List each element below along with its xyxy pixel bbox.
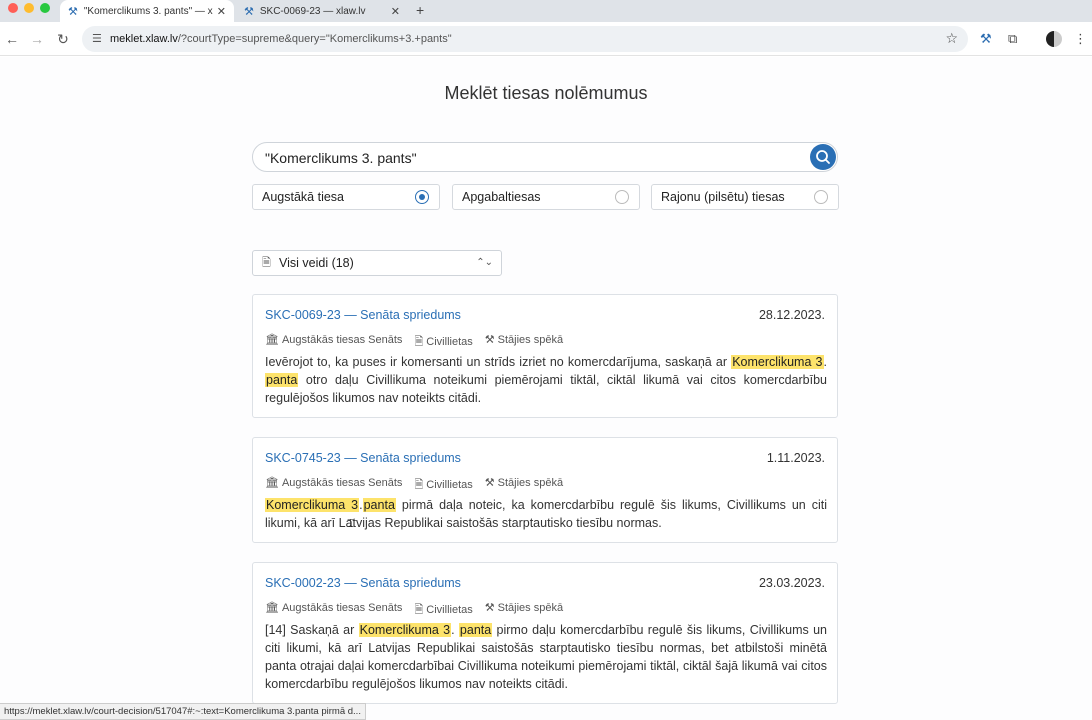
forward-button[interactable]: → <box>28 30 46 48</box>
result-date: 28.12.2023. <box>758 308 825 322</box>
hammer-icon: ⚒ <box>484 477 495 489</box>
result-excerpt: Ievērojot to, ka puses ir komersanti un … <box>265 353 827 407</box>
excerpt-text: . <box>823 355 827 369</box>
meta-court: 🏛 Augstākās tiesas Senāts <box>265 476 402 495</box>
excerpt-highlight: panta <box>362 498 396 512</box>
address-bar[interactable]: ☰ meklet.xlaw.lv/?courtType=supreme&quer… <box>82 26 968 52</box>
excerpt-highlight: Komerclikuma 3 <box>731 355 824 369</box>
building-icon: 🏛 <box>265 602 279 614</box>
browser-tab-search[interactable]: ⚒ "Komerclikums 3. pants" — x ✕ <box>60 0 234 22</box>
browser-tab-strip: ⚒ "Komerclikums 3. pants" — x ✕ ⚒ SKC-00… <box>0 0 1092 22</box>
radio-selected-icon[interactable] <box>415 190 429 204</box>
court-option-regional[interactable]: Apgabaltiesas <box>452 184 640 210</box>
decision-type-select[interactable]: 🗎 Visi veidi (18) ⌃⌄ <box>252 250 502 276</box>
close-tab-icon[interactable]: ✕ <box>217 5 226 18</box>
back-button[interactable]: ← <box>3 30 21 48</box>
meta-status-text: Stājies spēkā <box>497 334 564 346</box>
excerpt-text: otro daļu Civillikuma noteikumi piemēroj… <box>265 373 827 405</box>
result-card: SKC-0069-23 — Senāta spriedums 28.12.202… <box>252 294 838 418</box>
meta-status: ⚒ Stājies spēkā <box>485 601 563 620</box>
result-meta: 🏛 Augstākās tiesas Senāts 🗎 Civillietas ⚒ S… <box>265 601 563 620</box>
result-card: SKC-0745-23 — Senāta spriedums 1.11.2023… <box>252 437 838 543</box>
mouse-cursor-icon: ⌶ <box>347 516 355 530</box>
meta-status-text: Stājies spēkā <box>497 602 564 614</box>
gavel-icon: ⚒ <box>68 5 78 18</box>
profile-avatar[interactable] <box>1046 31 1062 47</box>
meta-court-text: Augstākās tiesas Senāts <box>281 602 403 614</box>
excerpt-text: [14] Saskaņā ar <box>265 623 359 637</box>
browser-toolbar: ← → ↻ ☰ meklet.xlaw.lv/?courtType=suprem… <box>0 22 1092 56</box>
site-settings-icon[interactable]: ☰ <box>92 32 102 45</box>
court-option-label: Rajonu (pilsētu) tiesas <box>661 190 785 204</box>
meta-category: 🗎 Civillietas <box>414 601 472 620</box>
result-meta: 🏛 Augstākās tiesas Senāts 🗎 Civillietas ⚒ S… <box>265 333 563 352</box>
excerpt-highlight: panta <box>458 623 493 637</box>
building-icon: 🏛 <box>265 334 279 346</box>
excerpt-text: Ievērojot to, ka puses ir komersanti un … <box>265 355 732 369</box>
close-tab-icon[interactable]: ✕ <box>391 5 400 18</box>
decision-type-value: Visi veidi (18) <box>279 256 354 270</box>
meta-category-text: Civillietas <box>426 604 473 616</box>
meta-status: ⚒ Stājies spēkā <box>485 333 563 352</box>
link-status-bar: https://meklet.xlaw.lv/court-decision/51… <box>0 703 366 720</box>
excerpt-text: . <box>451 623 459 637</box>
excerpt-highlight: Komerclikuma 3 <box>265 498 360 512</box>
meta-court-text: Augstākās tiesas Senāts <box>281 334 403 346</box>
meta-category-text: Civillietas <box>426 479 473 491</box>
search-button[interactable] <box>810 144 836 170</box>
meta-court: 🏛 Augstākās tiesas Senāts <box>265 333 402 352</box>
chevron-updown-icon: ⌃⌄ <box>476 257 493 268</box>
new-tab-button[interactable]: + <box>416 0 424 22</box>
result-title-link[interactable]: SKC-0745-23 — Senāta spriedums <box>265 451 461 465</box>
page-content: Meklēt tiesas nolēmumus Augstākā tiesa A… <box>0 57 1092 720</box>
hammer-icon: ⚒ <box>484 334 495 346</box>
document-icon: 🗎 <box>414 604 424 616</box>
meta-category: 🗎 Civillietas <box>414 333 472 352</box>
gavel-icon: ⚒ <box>244 5 254 18</box>
court-option-district[interactable]: Rajonu (pilsētu) tiesas <box>651 184 839 210</box>
court-option-label: Apgabaltiesas <box>462 190 541 204</box>
close-window-button[interactable] <box>8 3 18 13</box>
court-option-supreme[interactable]: Augstākā tiesa <box>252 184 440 210</box>
meta-status-text: Stājies spēkā <box>497 477 564 489</box>
browser-tab-decision[interactable]: ⚒ SKC-0069-23 — xlaw.lv ✕ <box>236 0 408 22</box>
radio-icon[interactable] <box>814 190 828 204</box>
result-title-link[interactable]: SKC-0069-23 — Senāta spriedums <box>265 308 461 322</box>
result-excerpt: [14] Saskaņā ar Komerclikuma 3. panta pi… <box>265 621 827 693</box>
meta-category-text: Civillietas <box>426 336 473 348</box>
bookmark-star-icon[interactable]: ☆ <box>945 30 958 47</box>
page-title: Meklēt tiesas nolēmumus <box>444 83 648 103</box>
result-title-link[interactable]: SKC-0002-23 — Senāta spriedums <box>265 576 461 590</box>
radio-icon[interactable] <box>615 190 629 204</box>
document-icon: 🗎 <box>414 336 424 348</box>
browser-menu-icon[interactable]: ⋮ <box>1074 31 1087 47</box>
excerpt-highlight: panta <box>265 373 299 387</box>
reload-button[interactable]: ↻ <box>54 30 72 48</box>
document-icon: 🗎 <box>414 479 424 491</box>
result-date: 23.03.2023. <box>758 576 825 590</box>
meta-court: 🏛 Augstākās tiesas Senāts <box>265 601 402 620</box>
result-date: 1.11.2023. <box>766 451 825 465</box>
search-input[interactable] <box>265 148 795 168</box>
search-bar <box>252 142 838 172</box>
tab-title: "Komerclikums 3. pants" — x <box>83 5 213 17</box>
meta-court-text: Augstākās tiesas Senāts <box>281 477 403 489</box>
result-meta: 🏛 Augstākās tiesas Senāts 🗎 Civillietas ⚒ S… <box>265 476 563 495</box>
gavel-extension-icon[interactable]: ⚒ <box>980 31 992 47</box>
meta-status: ⚒ Stājies spēkā <box>485 476 563 495</box>
url-host: meklet.xlaw.lv <box>110 33 178 45</box>
hammer-icon: ⚒ <box>484 602 495 614</box>
meta-category: 🗎 Civillietas <box>414 476 472 495</box>
document-icon: 🗎 <box>262 257 271 269</box>
excerpt-highlight: Komerclikuma 3 <box>358 623 452 637</box>
extensions-icon[interactable]: ⧉ <box>1008 31 1017 47</box>
building-icon: 🏛 <box>265 477 279 489</box>
maximize-window-button[interactable] <box>40 3 50 13</box>
result-card: SKC-0002-23 — Senāta spriedums 23.03.202… <box>252 562 838 704</box>
court-option-label: Augstākā tiesa <box>262 190 344 204</box>
url-path: /?courtType=supreme&query="Komerclikums+… <box>177 33 452 45</box>
minimize-window-button[interactable] <box>24 3 34 13</box>
tab-title: SKC-0069-23 — xlaw.lv <box>259 5 366 17</box>
search-icon <box>816 150 830 164</box>
